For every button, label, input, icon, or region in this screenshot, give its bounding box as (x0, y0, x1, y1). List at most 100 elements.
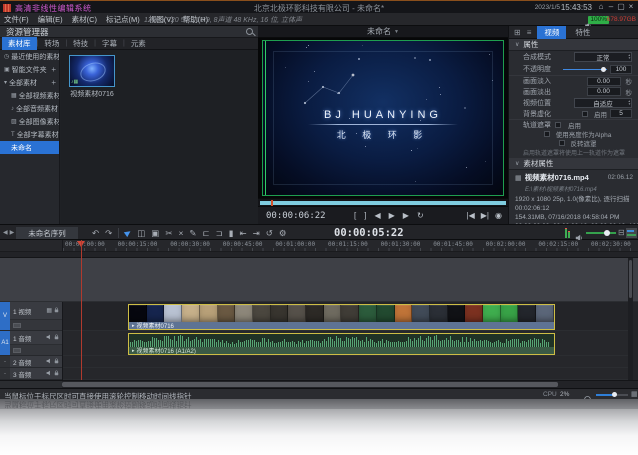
bin-tab-0[interactable]: 素材库 (2, 37, 37, 50)
range-select-tool[interactable]: ◫ (137, 229, 145, 238)
menu-item[interactable]: 文件(F) (4, 14, 29, 25)
lock-icon[interactable] (54, 334, 59, 342)
track-matte-enable-checkbox[interactable] (555, 122, 561, 128)
speaker-icon[interactable] (46, 358, 52, 366)
track-lane-3[interactable] (63, 356, 633, 368)
volume-knob[interactable] (604, 230, 610, 236)
jump-end-tool[interactable]: ⇥ (253, 229, 260, 238)
replay-tool[interactable]: ↺ (266, 229, 273, 238)
bin-tab-3[interactable]: 字幕 (96, 37, 123, 50)
tree-item-4[interactable]: ♪全部音频素材 (0, 102, 59, 115)
ruler-scale[interactable]: 00:00:00:0000:00:15:0000:00:30:0000:00:4… (62, 240, 638, 251)
scrub-progress[interactable] (260, 201, 506, 205)
timeline-video-clip[interactable]: ▸ 视频素材0716 (128, 304, 555, 330)
insert-tool[interactable]: ▮ (229, 229, 234, 238)
duplicate-tool[interactable]: ▣ (151, 229, 159, 238)
redo-tool[interactable]: ↷ (105, 229, 112, 238)
add-icon[interactable]: + (51, 65, 56, 74)
pointer-tool[interactable] (125, 229, 131, 238)
menu-item[interactable]: 标记点(M) (106, 14, 140, 25)
bin-tab-4[interactable]: 元素 (125, 37, 152, 50)
delete-tool[interactable]: × (178, 229, 183, 238)
speaker-icon[interactable] (46, 370, 52, 378)
track-badge[interactable]: V (0, 302, 10, 330)
undo-tool[interactable]: ↶ (92, 229, 99, 238)
trim-out-tool[interactable]: ⊐ (216, 229, 223, 238)
timeline-audio-clip[interactable]: ▸ 视频素材0716 (A1/A2) (128, 333, 555, 355)
tree-item-7[interactable]: 未命名 (0, 141, 59, 154)
mixer-icon[interactable] (13, 348, 21, 353)
spinner-icon[interactable]: ▴▾ (628, 100, 630, 106)
add-icon[interactable]: + (51, 78, 56, 87)
blur-value[interactable]: 5 (610, 109, 632, 118)
minimize-button[interactable]: – (606, 2, 616, 12)
inspector-tab-0[interactable]: 视频 (537, 26, 566, 39)
close-button[interactable]: × (626, 2, 636, 12)
home-button[interactable]: ⌂ (596, 2, 606, 12)
menu-item[interactable]: 编辑(E) (38, 14, 63, 25)
menu-item[interactable]: 素材(C) (72, 14, 97, 25)
play-button[interactable]: ▶ (389, 212, 395, 220)
speaker-icon[interactable] (46, 334, 52, 342)
clip-thumbnail-image[interactable]: ♪▦ (69, 55, 115, 87)
sequence-nav-arrows[interactable]: ◀▶ (3, 229, 16, 236)
tree-item-1[interactable]: ▣智能文件夹+ (0, 63, 59, 76)
clip-thumbnail-card[interactable]: ♪▦ 视频素材0716 (67, 55, 117, 99)
preview-video-frame[interactable]: BJ HUANYING 北 极 环 影 (262, 40, 504, 196)
maximize-button[interactable]: ▢ (616, 2, 626, 12)
settings-tool[interactable]: ⚙ (279, 229, 287, 238)
capture-frame-button[interactable]: ◉ (495, 212, 502, 220)
go-end-button[interactable]: ▶| (481, 212, 489, 220)
sequence-tab[interactable]: 未命名序列 (16, 227, 78, 239)
bin-tab-2[interactable]: 特技 (67, 37, 94, 50)
mark-out-button[interactable]: ] (364, 212, 366, 220)
playhead-line[interactable] (81, 240, 82, 380)
mixer-icon[interactable] (13, 323, 21, 328)
tree-item-3[interactable]: ▦全部视频素材 (0, 89, 59, 102)
fade-out-value[interactable]: 0.00 (587, 87, 621, 96)
pencil-tool[interactable]: ✎ (189, 229, 196, 238)
clip-expand-icon[interactable]: ▸ (132, 323, 135, 329)
matte-invert-checkbox[interactable] (559, 140, 565, 146)
track-lane-4[interactable] (63, 368, 633, 380)
track-vertical-scrollbar[interactable] (628, 258, 633, 380)
section-properties[interactable]: ∨ 属性 (509, 39, 638, 51)
video-position-select[interactable]: 自适应 ▴▾ (574, 98, 632, 108)
clip-expand-icon[interactable]: ▸ (132, 348, 135, 354)
blur-enable-checkbox[interactable] (582, 111, 588, 117)
next-frame-button[interactable]: ▶ (403, 212, 409, 220)
horizontal-scrollbar-thumb[interactable] (62, 382, 558, 387)
volume-slider[interactable] (586, 232, 616, 234)
empty-track-area[interactable] (0, 258, 638, 302)
tree-item-0[interactable]: ◷最近使用的素材 (0, 50, 59, 63)
inspector-tab-1[interactable]: 特性 (568, 26, 597, 39)
track-badge[interactable]: · (0, 356, 10, 367)
opacity-value[interactable]: 100 (610, 65, 632, 74)
cut-tool[interactable]: ✂ (165, 229, 172, 238)
loop-button[interactable]: ↻ (417, 212, 424, 220)
prev-frame-button[interactable]: ◀ (374, 212, 380, 220)
preview-header[interactable]: 未命名 ▼ (258, 26, 508, 38)
expand-icon[interactable]: ⊞ (514, 28, 521, 37)
tree-item-6[interactable]: T全部字幕素材 (0, 128, 59, 141)
track-badge[interactable]: A1 (0, 331, 10, 355)
section-clip-properties[interactable]: ∨ 素材属性 (509, 158, 638, 170)
vertical-scrollbar-thumb[interactable] (629, 260, 632, 298)
fade-in-value[interactable]: 0.00 (587, 77, 621, 86)
bin-tab-1[interactable]: 转场 (38, 37, 65, 50)
horizontal-scrollbar[interactable] (0, 380, 638, 388)
matte-luma-checkbox[interactable] (544, 131, 550, 137)
layout-icon[interactable]: ⊟ (618, 228, 625, 237)
jump-start-tool[interactable]: ⇤ (239, 229, 246, 238)
mark-in-button[interactable]: [ (354, 212, 356, 220)
blend-mode-select[interactable]: 正常 ▴▾ (574, 52, 632, 62)
search-icon[interactable] (246, 28, 253, 35)
preview-scrub-bar[interactable] (258, 198, 508, 206)
go-start-button[interactable]: |◀ (467, 212, 475, 220)
opacity-slider[interactable] (563, 66, 607, 73)
tree-item-2[interactable]: ▾全部素材+ (0, 76, 59, 89)
lock-icon[interactable] (54, 370, 59, 378)
timeline-minimap[interactable] (626, 228, 637, 238)
timeline-ruler[interactable]: 00:00:00:0000:00:15:0000:00:30:0000:00:4… (0, 240, 638, 252)
grid-icon[interactable]: ▦ (631, 390, 638, 398)
